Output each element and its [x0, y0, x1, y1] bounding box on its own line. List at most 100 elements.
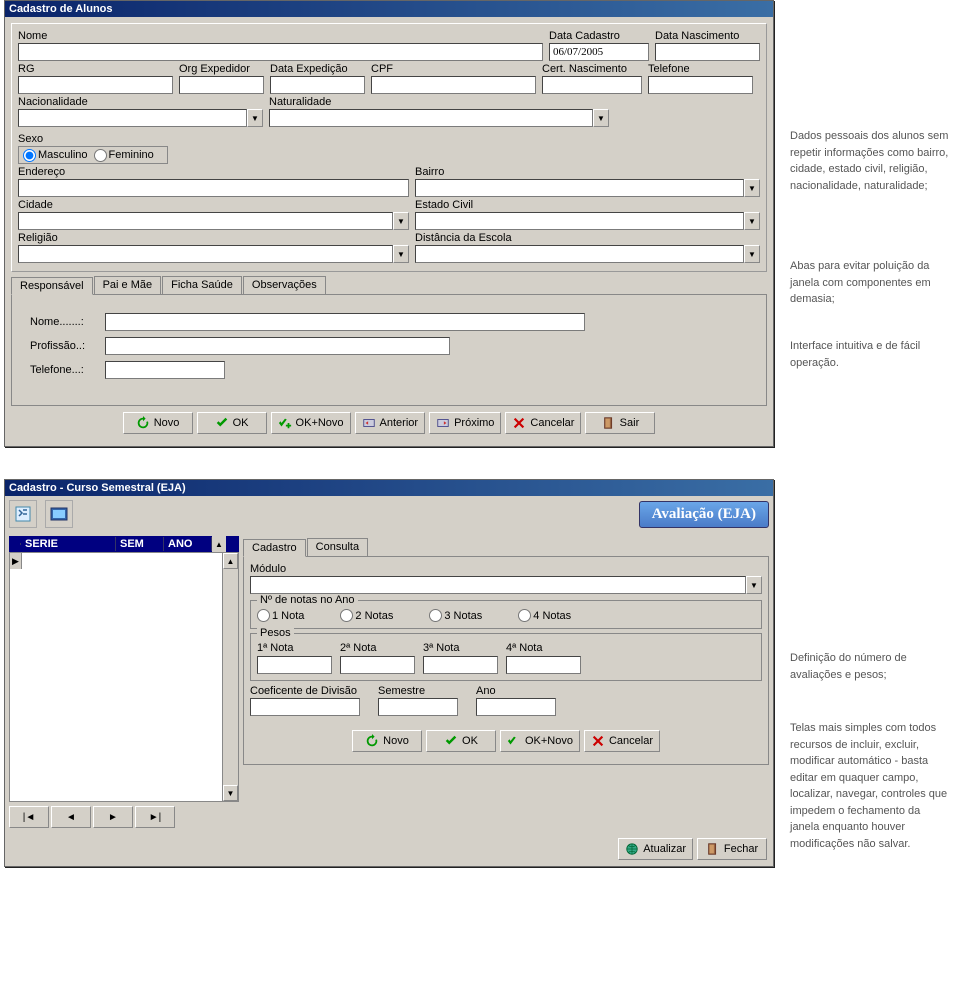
tab-ficha-saude[interactable]: Ficha Saúde: [162, 276, 242, 294]
note-abas: Abas para evitar poluição da janela com …: [790, 258, 950, 308]
input-bairro[interactable]: [415, 179, 744, 197]
window-title: Cadastro de Alunos: [9, 3, 113, 15]
input-nacionalidade[interactable]: [18, 109, 247, 127]
window-cadastro-alunos: Cadastro de Alunos Nome Data Cadastro Da…: [4, 0, 774, 447]
dropdown-religiao[interactable]: ▼: [393, 245, 409, 263]
fechar-button[interactable]: Fechar: [697, 838, 767, 860]
input-religiao[interactable]: [18, 245, 393, 263]
label-religiao: Religião: [18, 232, 409, 244]
dropdown-modulo[interactable]: ▼: [746, 576, 762, 594]
anterior-button[interactable]: Anterior: [355, 412, 426, 434]
nav-prev-button[interactable]: ◄: [51, 806, 91, 828]
input-nome[interactable]: [18, 43, 543, 61]
label-peso1: 1ª Nota: [257, 642, 332, 654]
input-resp-nome[interactable]: [105, 313, 585, 331]
radio-feminino-wrap[interactable]: Feminino: [94, 149, 154, 162]
label-peso2: 2ª Nota: [340, 642, 415, 654]
input-cidade[interactable]: [18, 212, 393, 230]
input-peso4[interactable]: [506, 656, 581, 674]
next-icon: [436, 416, 450, 430]
input-peso2[interactable]: [340, 656, 415, 674]
ok-novo-button[interactable]: OK+Novo: [271, 412, 351, 434]
label-org-expedidor: Org Expedidor: [179, 63, 264, 75]
nav-next-button[interactable]: ►: [93, 806, 133, 828]
dropdown-distancia-escola[interactable]: ▼: [744, 245, 760, 263]
ok-button[interactable]: OK: [197, 412, 267, 434]
input-data-expedicao[interactable]: [270, 76, 365, 94]
tab-pai-mae[interactable]: Pai e Mãe: [94, 276, 162, 294]
nav-last-button[interactable]: ►|: [135, 806, 175, 828]
input-coef[interactable]: [250, 698, 360, 716]
radio-2notas[interactable]: 2 Notas: [340, 609, 393, 622]
scroll-up-button[interactable]: ▲: [223, 553, 238, 569]
check-plus-icon: [278, 416, 292, 430]
input-naturalidade[interactable]: [269, 109, 593, 127]
tab-observacoes[interactable]: Observações: [243, 276, 326, 294]
refresh-icon: [365, 734, 379, 748]
tool-icon-2[interactable]: [45, 500, 73, 528]
input-modulo[interactable]: [250, 576, 746, 594]
check-plus-icon: [507, 734, 521, 748]
input-ano[interactable]: [476, 698, 556, 716]
radio-4notas[interactable]: 4 Notas: [518, 609, 571, 622]
label-cert-nascimento: Cert. Nascimento: [542, 63, 642, 75]
label-cidade: Cidade: [18, 199, 409, 211]
proximo-button[interactable]: Próximo: [429, 412, 501, 434]
input-rg[interactable]: [18, 76, 173, 94]
tab-responsavel[interactable]: Responsável: [11, 277, 93, 295]
label-telefone: Telefone: [648, 63, 753, 75]
note-telas: Telas mais simples com todos recursos de…: [790, 720, 950, 852]
input-resp-telefone[interactable]: [105, 361, 225, 379]
input-telefone[interactable]: [648, 76, 753, 94]
input-data-nascimento[interactable]: [655, 43, 760, 61]
scroll-down-button[interactable]: ▼: [223, 785, 238, 801]
novo-button[interactable]: Novo: [123, 412, 193, 434]
input-peso1[interactable]: [257, 656, 332, 674]
tool-icon-1[interactable]: [9, 500, 37, 528]
dropdown-cidade[interactable]: ▼: [393, 212, 409, 230]
dropdown-bairro[interactable]: ▼: [744, 179, 760, 197]
grid-scrollbar[interactable]: ▲ ▼: [222, 553, 238, 801]
input-semestre[interactable]: [378, 698, 458, 716]
radio-1nota[interactable]: 1 Nota: [257, 609, 304, 622]
label-coef: Coeficente de Divisão: [250, 685, 360, 697]
tab-cadastro[interactable]: Cadastro: [243, 539, 306, 557]
tabs-responsavel: Responsável Pai e Mãe Ficha Saúde Observ…: [11, 276, 767, 295]
ok-button-2[interactable]: OK: [426, 730, 496, 752]
dropdown-nacionalidade[interactable]: ▼: [247, 109, 263, 127]
atualizar-button[interactable]: Atualizar: [618, 838, 693, 860]
input-cpf[interactable]: [371, 76, 536, 94]
ok-novo-button-2[interactable]: OK+Novo: [500, 730, 580, 752]
input-cert-nascimento[interactable]: [542, 76, 642, 94]
label-estado-civil: Estado Civil: [415, 199, 760, 211]
label-rg: RG: [18, 63, 173, 75]
input-endereco[interactable]: [18, 179, 409, 197]
grid-row-marker: ▶: [10, 553, 22, 569]
label-sexo: Sexo: [18, 133, 168, 145]
novo-button-2[interactable]: Novo: [352, 730, 422, 752]
nav-first-button[interactable]: |◄: [9, 806, 49, 828]
tab-consulta[interactable]: Consulta: [307, 538, 368, 556]
input-org-expedidor[interactable]: [179, 76, 264, 94]
input-estado-civil[interactable]: [415, 212, 744, 230]
radio-masculino-wrap[interactable]: Masculino: [23, 149, 88, 162]
input-peso3[interactable]: [423, 656, 498, 674]
cancelar-button[interactable]: Cancelar: [505, 412, 581, 434]
prev-icon: [362, 416, 376, 430]
radio-masculino[interactable]: [23, 149, 36, 162]
input-resp-profissao[interactable]: [105, 337, 450, 355]
dropdown-naturalidade[interactable]: ▼: [593, 109, 609, 127]
note-definicao: Definição do número de avaliações e peso…: [790, 650, 950, 683]
input-data-cadastro[interactable]: [549, 43, 649, 61]
cancel-icon: [591, 734, 605, 748]
radio-3notas[interactable]: 3 Notas: [429, 609, 482, 622]
label-data-nascimento: Data Nascimento: [655, 30, 760, 42]
dropdown-estado-civil[interactable]: ▼: [744, 212, 760, 230]
input-distancia-escola[interactable]: [415, 245, 744, 263]
window-title-2: Cadastro - Curso Semestral (EJA): [9, 482, 186, 494]
cancelar-button-2[interactable]: Cancelar: [584, 730, 660, 752]
label-modulo: Módulo: [250, 563, 762, 575]
grid-body[interactable]: ▶ ▲ ▼: [9, 552, 239, 802]
radio-feminino[interactable]: [94, 149, 107, 162]
sair-button[interactable]: Sair: [585, 412, 655, 434]
